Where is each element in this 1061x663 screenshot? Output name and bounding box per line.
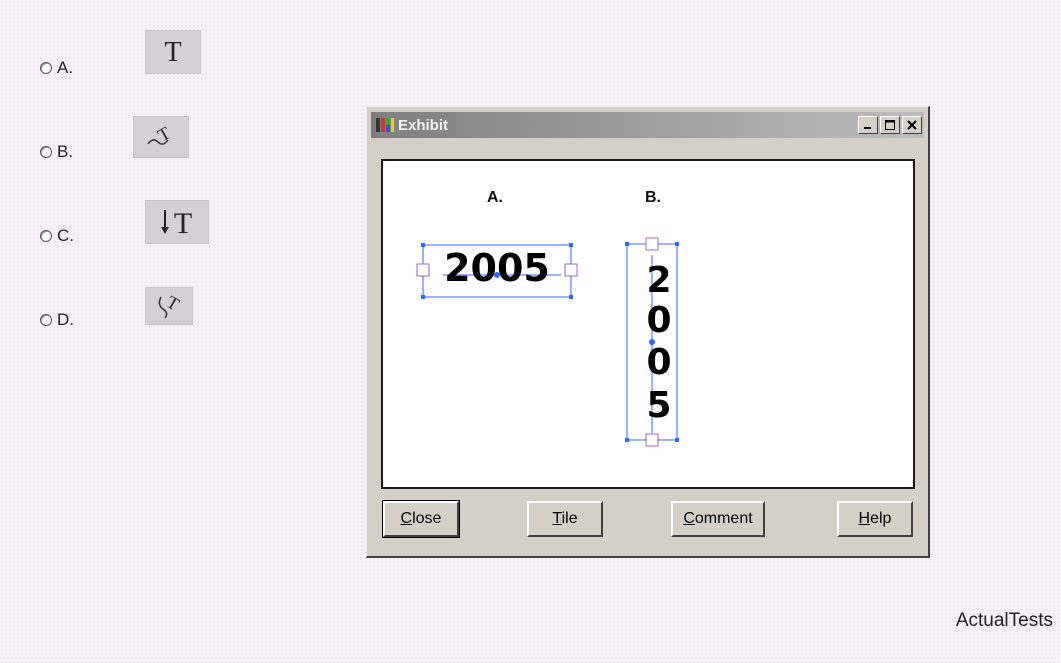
vertical-path-type-tool-icon: T xyxy=(145,287,193,325)
radio-b[interactable] xyxy=(40,146,52,158)
close-button-label: Close xyxy=(400,510,442,527)
title-bar[interactable]: Exhibit xyxy=(371,112,924,138)
option-d-label: D. xyxy=(57,310,74,329)
vertical-char-1: 2 xyxy=(646,260,671,301)
help-button[interactable]: Help xyxy=(837,501,913,537)
window-title: Exhibit xyxy=(398,116,449,134)
radio-c[interactable] xyxy=(40,230,52,242)
vertical-type-tool-icon: T xyxy=(145,200,209,244)
close-button[interactable]: Close xyxy=(382,500,460,538)
exhibit-label-a: A. xyxy=(487,189,503,206)
type-tool-icon: T xyxy=(145,30,201,74)
horizontal-text-frame: 2005 xyxy=(416,243,578,299)
horizontal-text-2005: 2005 xyxy=(444,246,550,290)
option-a[interactable]: A. xyxy=(40,58,73,78)
vertical-char-2: 0 xyxy=(646,300,671,341)
minimize-icon xyxy=(864,127,871,129)
maximize-icon xyxy=(885,120,895,130)
tile-button[interactable]: Tile xyxy=(527,501,603,537)
option-a-label: A. xyxy=(57,58,74,77)
comment-button[interactable]: Comment xyxy=(671,501,765,537)
tile-button-label: Tile xyxy=(552,510,578,527)
maximize-button[interactable] xyxy=(880,116,900,134)
vertical-char-4: 5 xyxy=(646,385,671,426)
option-d[interactable]: D. xyxy=(40,310,74,330)
close-window-button[interactable] xyxy=(902,116,922,134)
close-icon xyxy=(907,120,917,130)
vertical-text-frame: 2 0 0 5 xyxy=(625,237,679,447)
watermark-text: ActualTests xyxy=(955,610,1053,631)
exhibit-content: A. B. 2005 2 0 0 5 xyxy=(381,159,915,489)
exhibit-window: Exhibit A. B. 2005 2 0 0 5 Close Tile Co… xyxy=(366,106,930,558)
option-b[interactable]: B. xyxy=(40,142,73,162)
svg-text:T: T xyxy=(174,207,192,239)
svg-text:T: T xyxy=(164,37,181,67)
exhibit-label-b: B. xyxy=(645,189,661,206)
option-b-label: B. xyxy=(57,142,74,161)
vertical-char-3: 0 xyxy=(646,342,671,383)
minimize-button[interactable] xyxy=(858,116,878,134)
radio-a[interactable] xyxy=(40,62,52,74)
option-c-label: C. xyxy=(57,226,74,245)
path-type-tool-icon: T xyxy=(133,116,189,158)
option-c[interactable]: C. xyxy=(40,226,74,246)
comment-button-label: Comment xyxy=(683,510,753,527)
app-icon xyxy=(376,118,394,132)
help-button-label: Help xyxy=(858,510,892,527)
radio-d[interactable] xyxy=(40,314,52,326)
